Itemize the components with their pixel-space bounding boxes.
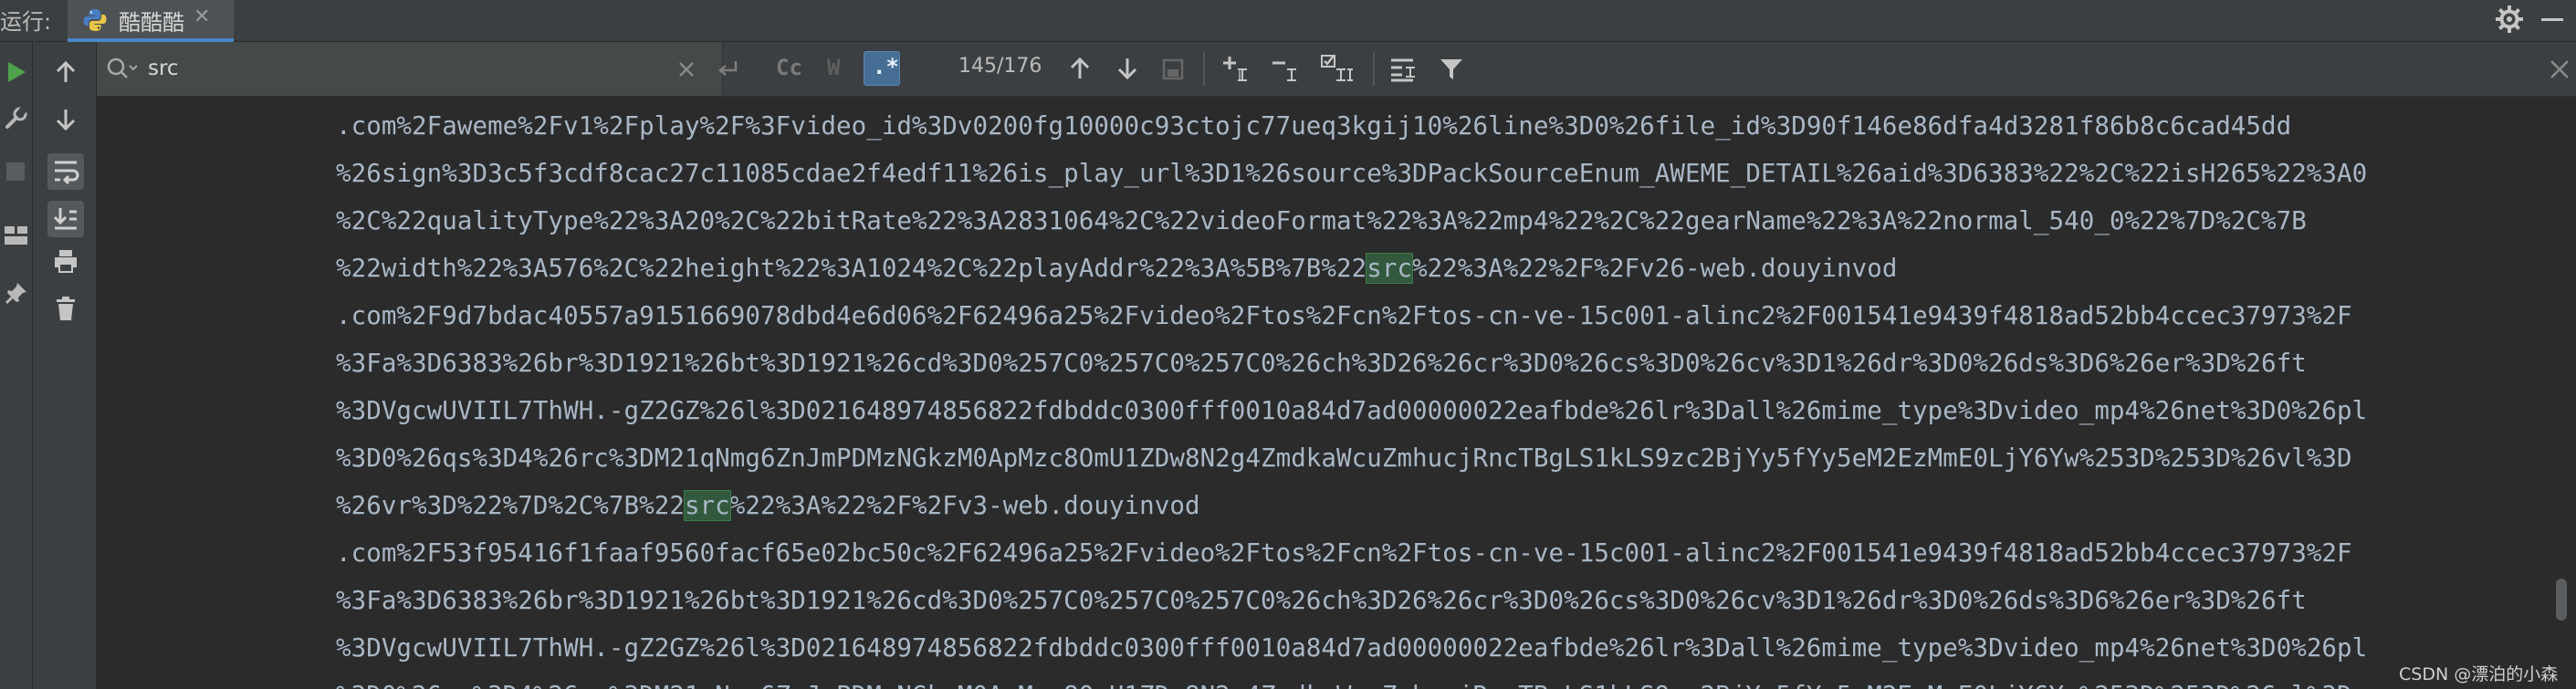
console-line: %26sign%3D3c5f3cdf8cac27c11085cdae2f4edf… [336,150,2367,197]
console-line: .com%2Faweme%2Fv1%2Fplay%2F%3Fvideo_id%3… [336,102,2291,150]
close-search-icon[interactable] [2549,58,2571,80]
console-line: .com%2F53f95416f1faaf9560facf65e02bc50c%… [336,529,2352,577]
tab-close-button[interactable]: ✕ [194,5,210,28]
down-arrow-icon[interactable] [54,108,78,131]
console-text: .com%2Faweme%2Fv1%2Fplay%2F%3Fvideo_id%3… [336,111,2292,141]
toolbar-separator [1373,51,1375,86]
gear-icon[interactable] [2496,5,2523,33]
new-line-icon[interactable] [716,58,739,80]
soft-wrap-icon [55,161,79,185]
console-line: %2C%22qualityType%22%3A20%2C%22bitRate%2… [336,197,2307,245]
console-text: %3DVgcwUVIIL7ThWH.-gZ2GZ%26l%3D021648974… [336,633,2368,663]
console-line: %26vr%3D%22%7D%2C%7B%22src%22%3A%22%2F%2… [336,482,1200,529]
trash-icon[interactable] [54,296,78,321]
soft-wrap-button[interactable] [47,153,84,190]
console-line: %22width%22%3A576%2C%22height%22%3A1024%… [336,245,1897,292]
toolbar-separator [1203,51,1205,86]
console-line: %3Fa%3D6383%26br%3D1921%26bt%3D1921%26cd… [336,577,2307,624]
console-output[interactable]: .com%2Faweme%2Fv1%2Fplay%2F%3Fvideo_id%3… [97,97,2549,689]
tab-title: 酷酷酷 [119,10,184,36]
run-icon[interactable] [5,60,27,84]
find-in-window-icon[interactable] [1161,57,1185,81]
regex-label: .* [873,54,899,79]
search-match-highlight: src [683,490,731,521]
console-line: %3D0%26qs%3D4%26rc%3DM21qNmg6ZnJmPDMzNGk… [336,672,2352,689]
console-text: %3Fa%3D6383%26br%3D1921%26bt%3D1921%26cd… [336,586,2307,615]
watermark: CSDN @漂泊的小森 [2399,664,2559,684]
console-text: %2C%22qualityType%22%3A20%2C%22bitRate%2… [336,206,2307,235]
python-icon [83,9,107,31]
console-actions-toolbar [33,42,97,689]
add-occurrence-icon[interactable]: I [1221,55,1254,82]
console-line: %3Fa%3D6383%26br%3D1921%26bt%3D1921%26cd… [336,339,2307,387]
remove-occurrence-icon[interactable] [1271,55,1304,82]
pin-icon[interactable] [5,281,28,305]
console-text: %26vr%3D%22%7D%2C%7B%22 [336,491,685,520]
select-all-occurrences-icon[interactable] [1320,53,1355,82]
run-tool-window-header: 运行: 酷酷酷 ✕ [0,0,2576,42]
console-text: %3Fa%3D6383%26br%3D1921%26bt%3D1921%26cd… [336,349,2307,378]
next-occurrence-icon[interactable] [1115,57,1139,80]
search-input[interactable] [148,53,641,84]
console-text: %26sign%3D3c5f3cdf8cac27c11085cdae2f4edf… [336,159,2368,188]
search-icon[interactable] [106,57,139,80]
console-text: %3DVgcwUVIIL7ThWH.-gZ2GZ%26l%3D021648974… [336,396,2368,425]
run-actions-toolbar [0,42,33,689]
console-line: %3DVgcwUVIIL7ThWH.-gZ2GZ%26l%3D021648974… [336,387,2367,434]
find-toolbar: Cc W .* 145/176 I [97,42,2576,97]
match-case-button[interactable]: Cc [776,55,802,80]
print-icon[interactable] [53,248,79,274]
console-line: %3D0%26qs%3D4%26rc%3DM21qNmg6ZnJmPDMzNGk… [336,434,2352,482]
minimize-icon[interactable] [2541,18,2563,21]
regex-button[interactable]: .* [864,51,900,86]
console-text: %22%3A%22%2F%2Fv26-web.douyinvod [1412,254,1898,283]
console-text: .com%2F9d7bdac40557a9151669078dbd4e6d06%… [336,301,2352,330]
console-text: %22%3A%22%2F%2Fv3-web.douyinvod [729,491,1200,520]
console-line: %3DVgcwUVIIL7ThWH.-gZ2GZ%26l%3D021648974… [336,624,2367,672]
layout-icon[interactable] [4,224,29,246]
console-text: %3D0%26qs%3D4%26rc%3DM21qNmg6ZnJmPDMzNGk… [336,681,2352,689]
clear-search-icon[interactable] [677,60,696,78]
search-match-highlight: src [1366,253,1414,284]
wrench-icon[interactable] [5,106,28,130]
scrollbar-thumb[interactable] [2556,579,2567,621]
console-text: %3D0%26qs%3D4%26rc%3DM21qNmg6ZnJmPDMzNGk… [336,444,2352,473]
previous-occurrence-icon[interactable] [1068,57,1092,80]
search-field-container [97,42,738,96]
stop-icon[interactable] [6,162,25,181]
filter-icon[interactable] [1439,57,1464,82]
match-count: 145/176 [958,55,1042,78]
console-line: .com%2F9d7bdac40557a9151669078dbd4e6d06%… [336,292,2352,339]
console-text: %22width%22%3A576%2C%22height%22%3A1024%… [336,254,1367,283]
console-text: .com%2F53f95416f1faaf9560facf65e02bc50c%… [336,538,2352,568]
whole-words-button[interactable]: W [827,55,840,80]
scroll-to-end-icon [53,208,77,230]
filter-lines-icon[interactable] [1389,57,1419,82]
scroll-to-end-button[interactable] [47,201,84,237]
up-arrow-icon[interactable] [54,60,78,84]
run-label: 运行: [0,9,52,35]
